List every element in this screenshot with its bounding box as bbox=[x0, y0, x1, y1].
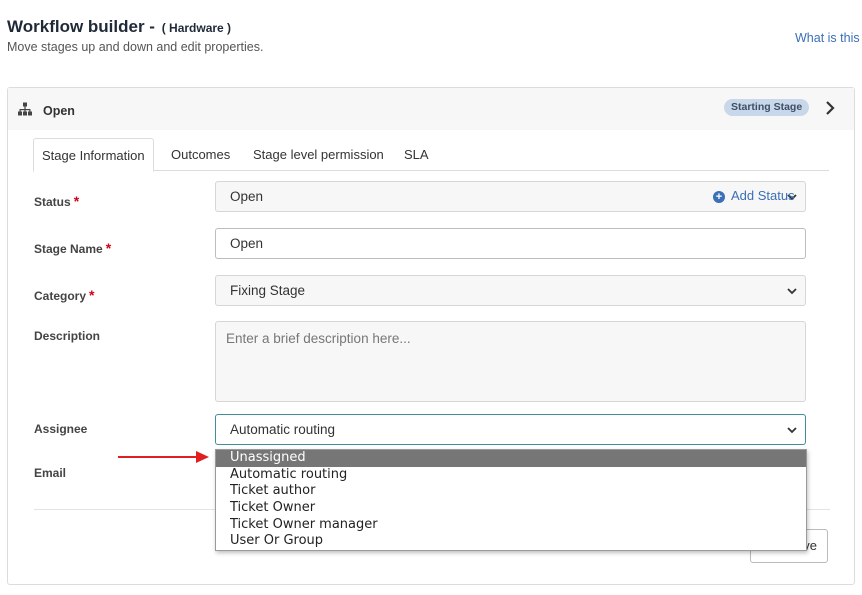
tab-outcomes[interactable]: Outcomes bbox=[163, 138, 238, 171]
stage-header[interactable]: Open Starting Stage bbox=[8, 88, 854, 130]
stage-name: Open bbox=[43, 104, 75, 118]
chevron-down-icon bbox=[787, 427, 797, 434]
required-marker: * bbox=[89, 287, 95, 303]
stage-name-label-text: Stage Name bbox=[34, 242, 103, 256]
assignee-select[interactable]: Automatic routing bbox=[215, 414, 806, 445]
status-label: Status * bbox=[34, 193, 79, 209]
red-arrow-icon bbox=[118, 451, 209, 463]
assignee-option-ticket-owner-manager[interactable]: Ticket Owner manager bbox=[216, 517, 806, 534]
sitemap-icon bbox=[18, 102, 32, 116]
assignee-select-value: Automatic routing bbox=[230, 422, 336, 437]
tab-stage-level-permission[interactable]: Stage level permission bbox=[245, 138, 392, 171]
chevron-down-icon bbox=[787, 288, 797, 295]
chevron-right-icon[interactable] bbox=[822, 99, 838, 117]
assignee-label: Assignee bbox=[34, 422, 88, 436]
page-title-text: Workflow builder - bbox=[7, 17, 155, 36]
page-context: ( Hardware ) bbox=[161, 21, 232, 35]
status-select-value: Open bbox=[230, 189, 264, 204]
category-label-text: Category bbox=[34, 289, 87, 303]
required-marker: * bbox=[73, 193, 80, 209]
required-marker: * bbox=[105, 240, 112, 256]
category-select-value: Fixing Stage bbox=[230, 283, 306, 298]
tab-stage-information[interactable]: Stage Information bbox=[33, 138, 154, 172]
stage-name-input-value: Open bbox=[230, 236, 264, 251]
page-subtitle: Move stages up and down and edit propert… bbox=[7, 40, 264, 54]
assignee-option-automatic-routing[interactable]: Automatic routing bbox=[216, 467, 806, 484]
stage-name-label: Stage Name * bbox=[34, 240, 111, 256]
stage-name-input[interactable]: Open bbox=[215, 228, 806, 259]
assignee-option-ticket-owner[interactable]: Ticket Owner bbox=[216, 500, 806, 517]
stage-tabs: Stage Information Outcomes Stage level p… bbox=[33, 138, 829, 172]
starting-stage-badge: Starting Stage bbox=[724, 99, 810, 116]
category-select[interactable]: Fixing Stage bbox=[215, 275, 806, 306]
category-label: Category * bbox=[34, 287, 94, 303]
add-status-button[interactable]: + Add Status bbox=[713, 188, 795, 203]
description-textarea[interactable]: Enter a brief description here... bbox=[215, 321, 806, 402]
assignee-option-user-or-group[interactable]: User Or Group bbox=[216, 533, 806, 550]
email-label: Email bbox=[34, 466, 67, 480]
help-link[interactable]: What is this ? bbox=[795, 31, 862, 45]
description-label: Description bbox=[34, 329, 101, 343]
assignee-dropdown-list: Unassigned Automatic routing Ticket auth… bbox=[215, 449, 807, 551]
tab-sla[interactable]: SLA bbox=[396, 138, 437, 171]
assignee-option-unassigned[interactable]: Unassigned bbox=[216, 450, 806, 467]
add-status-label: Add Status bbox=[731, 188, 795, 203]
page-title: Workflow builder - ( Hardware ) bbox=[7, 17, 231, 37]
assignee-option-ticket-author[interactable]: Ticket author bbox=[216, 483, 806, 500]
status-label-text: Status bbox=[34, 195, 71, 209]
plus-circle-icon: + bbox=[713, 191, 725, 203]
